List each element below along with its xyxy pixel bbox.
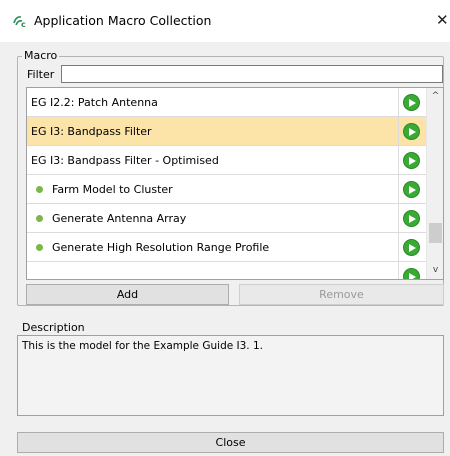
scroll-down-icon[interactable]: v	[427, 262, 443, 279]
macro-list[interactable]: EG I2.2: Patch Antenna EG I3: Bandpass F…	[26, 87, 444, 280]
macro-row-cell: EG I2.2: Patch Antenna	[27, 88, 399, 117]
close-icon[interactable]: ✕	[436, 10, 450, 30]
macro-row-cell: Generate Antenna Array	[27, 204, 399, 233]
run-macro-icon[interactable]	[403, 210, 420, 227]
run-macro-icon[interactable]	[403, 268, 420, 279]
macro-row-label: Farm Model to Cluster	[52, 183, 173, 196]
close-button[interactable]: Close	[17, 432, 444, 453]
remove-button[interactable]: Remove	[239, 284, 444, 305]
macro-row-selected[interactable]: EG I3: Bandpass Filter	[27, 117, 426, 146]
macro-row-cell: Generate High Resolution Range Profile	[27, 233, 399, 262]
macro-row[interactable]: EG I2.2: Patch Antenna	[27, 88, 426, 117]
filter-input[interactable]	[61, 65, 443, 83]
run-macro-icon[interactable]	[403, 123, 420, 140]
svg-text:c: c	[21, 20, 26, 28]
list-scrollbar[interactable]: ^ v	[426, 88, 443, 279]
macro-row-partial[interactable]	[27, 262, 426, 279]
bullet-icon	[36, 244, 43, 251]
macro-row[interactable]: Farm Model to Cluster	[27, 175, 426, 204]
scroll-thumb[interactable]	[429, 223, 442, 243]
title-bar: c Application Macro Collection ✕	[0, 0, 450, 42]
filter-label: Filter	[27, 68, 55, 81]
scroll-up-icon[interactable]: ^	[427, 88, 443, 105]
macro-row-cell: EG I3: Bandpass Filter - Optimised	[27, 146, 399, 175]
macro-row-cell: EG I3: Bandpass Filter	[27, 117, 399, 146]
run-macro-icon[interactable]	[403, 181, 420, 198]
bullet-icon	[36, 215, 43, 222]
macro-row-label: EG I2.2: Patch Antenna	[31, 96, 158, 109]
macro-row-label: EG I3: Bandpass Filter	[31, 125, 152, 138]
macro-row-cell: Farm Model to Cluster	[27, 175, 399, 204]
add-button[interactable]: Add	[26, 284, 229, 305]
macro-row-label: EG I3: Bandpass Filter - Optimised	[31, 154, 219, 167]
description-legend: Description	[20, 321, 87, 334]
bullet-icon	[36, 186, 43, 193]
window-title: Application Macro Collection	[34, 13, 212, 28]
macro-group-legend: Macro	[22, 49, 60, 62]
macro-row[interactable]: EG I3: Bandpass Filter - Optimised	[27, 146, 426, 175]
macro-row[interactable]: Generate Antenna Array	[27, 204, 426, 233]
macro-row-label: Generate Antenna Array	[52, 212, 187, 225]
macro-row[interactable]: Generate High Resolution Range Profile	[27, 233, 426, 262]
macro-row-cell	[27, 262, 399, 279]
run-macro-icon[interactable]	[403, 94, 420, 111]
description-text: This is the model for the Example Guide …	[17, 335, 444, 416]
run-macro-icon[interactable]	[403, 239, 420, 256]
macro-row-label: Generate High Resolution Range Profile	[52, 241, 270, 254]
app-logo-icon: c	[13, 16, 26, 28]
run-macro-icon[interactable]	[403, 152, 420, 169]
